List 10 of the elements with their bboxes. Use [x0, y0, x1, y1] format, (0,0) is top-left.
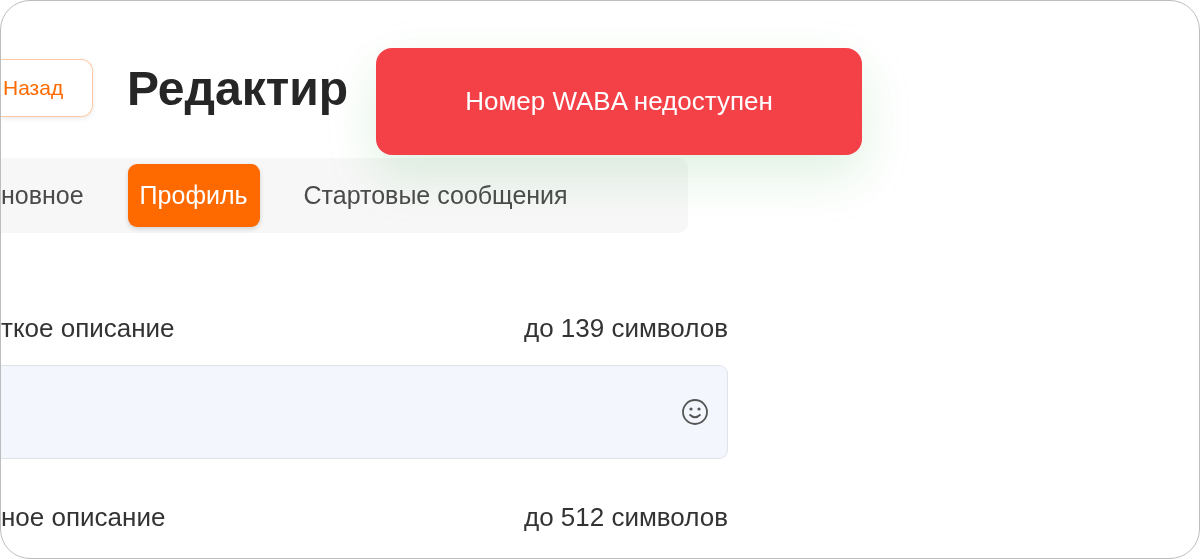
character-limit: до 512 символов	[524, 502, 728, 533]
tab[interactable]: новное	[1, 164, 84, 227]
error-toast: Номер WABA недоступен	[376, 48, 862, 155]
field-label: ткое описание	[1, 313, 175, 344]
character-limit: до 139 символов	[524, 313, 728, 344]
tab[interactable]: Стартовые сообщения	[303, 164, 568, 227]
input-field[interactable]	[1, 365, 728, 459]
page-title: Редактир	[127, 60, 349, 116]
field-label: ное описание	[1, 502, 166, 533]
emoji-icon[interactable]	[681, 398, 709, 426]
